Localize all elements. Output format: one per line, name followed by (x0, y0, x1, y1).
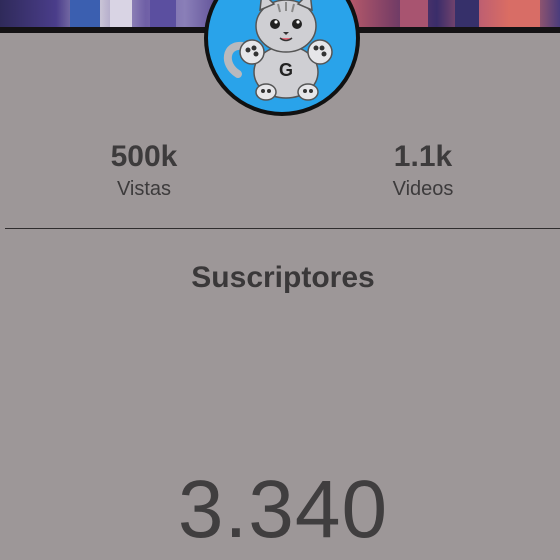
subscribers-count: 3.340 (177, 464, 389, 555)
views-label: Vistas (116, 178, 172, 200)
views-stat: 500k Vistas (44, 140, 244, 201)
avatar-letter: G (279, 60, 293, 80)
cat-mascot-icon: G (224, 0, 333, 101)
channel-stats-screen: G 500k Vistas 1.1k Videos Suscriptores 3… (0, 0, 560, 560)
videos-label: Videos (392, 178, 454, 200)
channel-avatar[interactable]: G (204, 0, 360, 116)
views-value: 500k (110, 140, 178, 173)
subscribers-title: Suscriptores (191, 261, 375, 294)
videos-stat: 1.1k Videos (323, 140, 523, 201)
videos-value: 1.1k (393, 140, 453, 173)
divider (5, 228, 560, 229)
